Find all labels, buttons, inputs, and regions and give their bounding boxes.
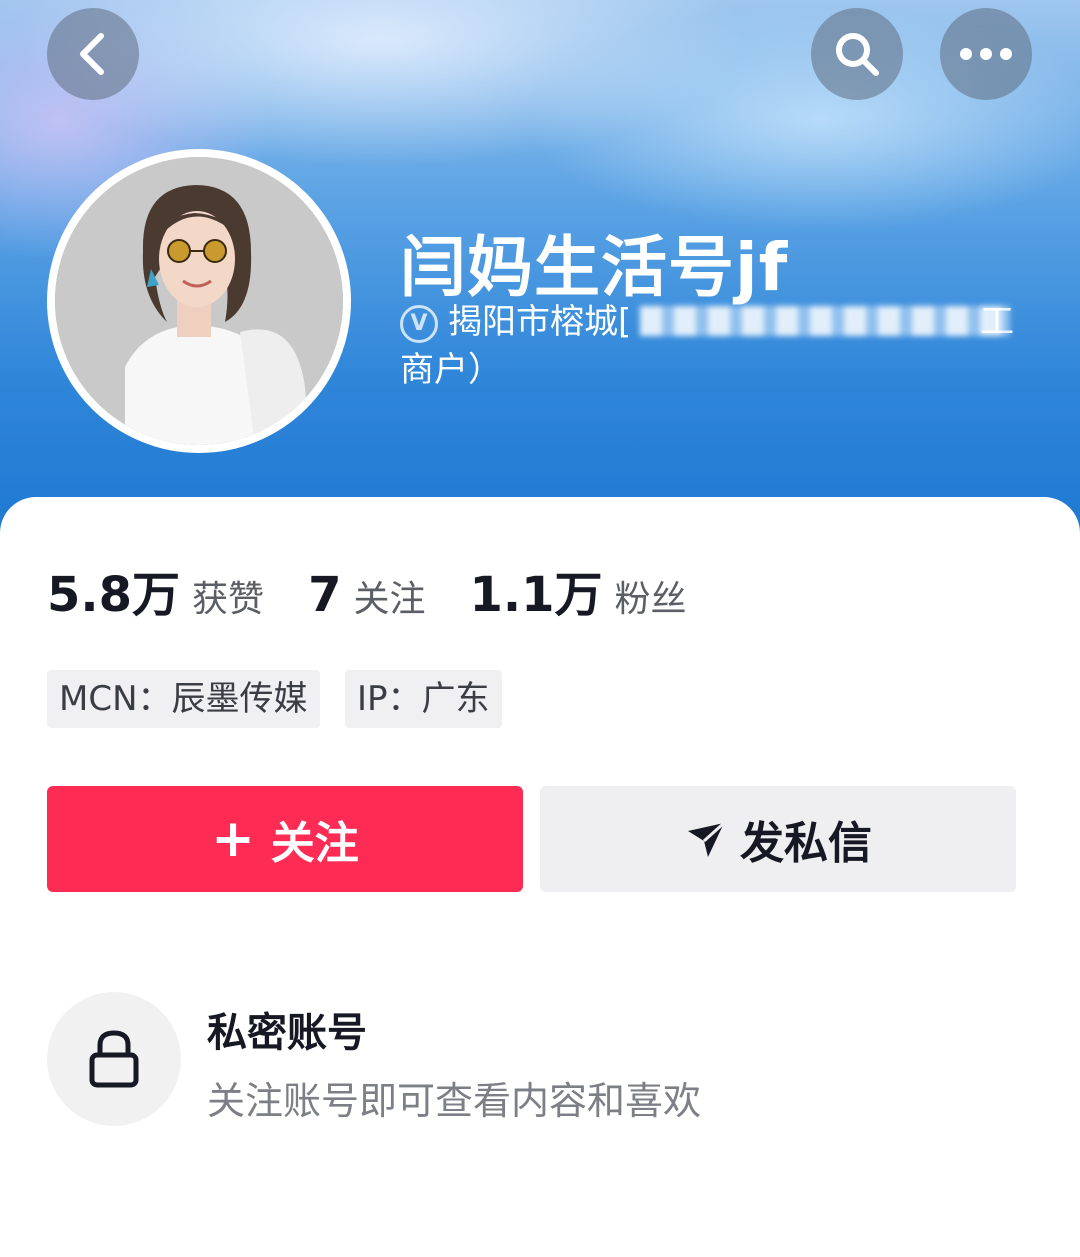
- more-dots-icon: [960, 48, 1012, 60]
- stat-likes-label: 获赞: [192, 579, 265, 620]
- search-icon: [836, 33, 879, 76]
- verification-text-line2: 商户）: [400, 350, 502, 390]
- avatar[interactable]: [55, 157, 343, 445]
- lock-icon: [89, 1030, 139, 1088]
- profile-name: 闫妈生活号jf: [400, 229, 789, 306]
- follow-button[interactable]: + 关注: [47, 786, 523, 892]
- plus-icon: +: [211, 809, 255, 869]
- verification-text-line1: 揭阳市榕城[: [448, 302, 632, 342]
- private-account-title: 私密账号: [207, 1010, 367, 1056]
- stat-following-label: 关注: [353, 579, 426, 620]
- stat-following[interactable]: 7 关注: [308, 567, 425, 623]
- avatar-portrait-image: [55, 157, 343, 445]
- mcn-tag: MCN：辰墨传媒: [47, 670, 320, 728]
- stats-row: 5.8万 获赞 7 关注 1.1万 粉丝: [47, 555, 731, 625]
- send-message-button[interactable]: 发私信: [540, 786, 1016, 892]
- stat-followers-label: 粉丝: [614, 579, 687, 620]
- stat-likes-count: 5.8万: [47, 567, 181, 623]
- search-button[interactable]: [811, 8, 903, 100]
- follow-button-label: 关注: [270, 818, 359, 869]
- stat-followers[interactable]: 1.1万 粉丝: [469, 555, 686, 625]
- send-arrow-icon: [688, 821, 726, 857]
- verified-badge-icon: V: [400, 304, 438, 343]
- more-button[interactable]: [940, 8, 1032, 100]
- chevron-left-icon: [80, 33, 104, 75]
- avatar-frame[interactable]: [47, 149, 351, 453]
- send-message-label: 发私信: [740, 818, 872, 869]
- stat-followers-count: 1.1万: [469, 567, 603, 623]
- ip-location-tag: IP：广东: [345, 670, 502, 728]
- stat-likes[interactable]: 5.8万 获赞: [47, 555, 264, 625]
- verification-info: V揭阳市榕城[ 工 商户）: [400, 298, 1040, 394]
- private-account-description: 关注账号即可查看内容和喜欢: [207, 1079, 702, 1123]
- private-lock-badge: [47, 992, 181, 1126]
- back-button[interactable]: [47, 8, 139, 100]
- stat-following-count: 7: [308, 567, 342, 623]
- redacted-blur: [640, 306, 1010, 336]
